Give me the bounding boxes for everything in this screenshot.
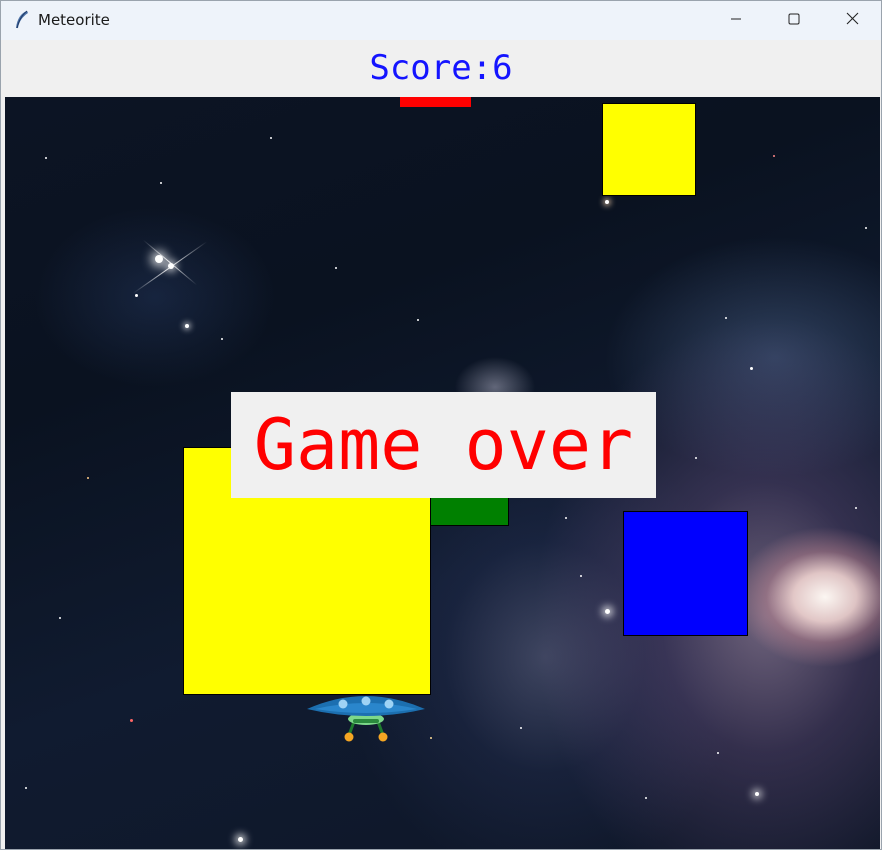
- ufo-spaceship[interactable]: [305, 691, 427, 747]
- minimize-icon: [730, 12, 742, 30]
- title-bar[interactable]: Meteorite: [1, 1, 881, 40]
- game-window: Meteorite Score:6 Game over: [0, 0, 882, 850]
- close-icon: [846, 12, 859, 30]
- minimize-button[interactable]: [707, 1, 765, 40]
- feather-icon: [13, 10, 31, 30]
- game-over-banner: Game over: [231, 392, 656, 498]
- game-over-text: Game over: [253, 404, 634, 486]
- maximize-button[interactable]: [765, 1, 823, 40]
- close-button[interactable]: [823, 1, 881, 40]
- game-canvas[interactable]: Game over: [5, 97, 880, 849]
- maximize-icon: [788, 12, 800, 30]
- meteor-blue: [623, 511, 748, 636]
- window-title: Meteorite: [38, 11, 110, 29]
- meteor-red: [400, 97, 471, 107]
- score-bar: Score:6: [1, 40, 881, 97]
- meteor-yellow-small: [602, 103, 696, 196]
- score-label: Score:6: [369, 48, 513, 88]
